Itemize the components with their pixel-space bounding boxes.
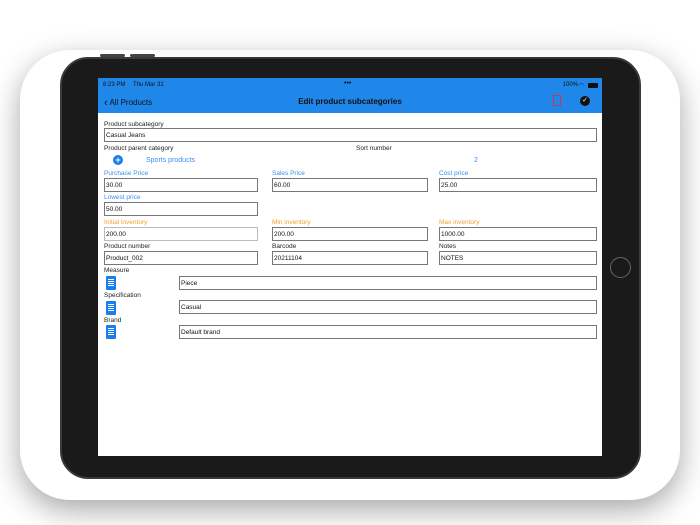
specification-input[interactable]: Casual — [179, 300, 597, 314]
subcategory-input[interactable]: Casual Jeans — [104, 128, 597, 142]
barcode-input[interactable]: 20211104 — [272, 251, 428, 265]
sort-number-value[interactable]: 2 — [474, 157, 478, 164]
notes-input[interactable]: NOTES — [439, 251, 597, 265]
sales-price-input[interactable]: 60.00 — [272, 178, 428, 192]
initial-inventory-label: Initial inventory — [104, 219, 148, 226]
notes-label: Notes — [439, 243, 456, 250]
status-bar: 6:23 PM Thu Mar 31 ••• ◠ 100% — [98, 78, 602, 90]
specification-label: Specification — [104, 292, 141, 299]
page-title: Edit product subcategories — [298, 97, 402, 106]
screen: 6:23 PM Thu Mar 31 ••• ◠ 100% ‹ All Prod… — [98, 78, 602, 456]
add-parent-category-icon[interactable]: + — [113, 155, 123, 165]
max-inventory-label: Max inventory — [439, 219, 480, 226]
sales-price-label: Sales Price — [272, 170, 305, 177]
lowest-price-input[interactable]: 50.00 — [104, 202, 258, 216]
measure-picker-icon[interactable] — [106, 276, 116, 290]
home-button[interactable] — [610, 257, 631, 278]
nav-bar: ‹ All Products Edit product subcategorie… — [98, 90, 602, 113]
purchase-price-input[interactable]: 30.00 — [104, 178, 258, 192]
wifi-icon: ◠ — [578, 83, 584, 89]
specification-picker-icon[interactable] — [106, 301, 116, 315]
product-number-label: Product number — [104, 243, 151, 250]
product-number-input[interactable]: Product_002 — [104, 251, 258, 265]
initial-inventory-input[interactable]: 200.00 — [104, 227, 258, 241]
brand-input[interactable]: Default brand — [179, 325, 597, 339]
brand-picker-icon[interactable] — [106, 325, 116, 339]
purchase-price-label: Purchase Price — [104, 170, 149, 177]
measure-input[interactable]: Piece — [179, 276, 597, 290]
cost-price-input[interactable]: 25.00 — [439, 178, 597, 192]
subcategory-label: Product subcategory — [104, 121, 164, 128]
cost-price-label: Cost price — [439, 170, 469, 177]
multitask-dots-icon[interactable]: ••• — [344, 80, 351, 87]
status-date: Thu Mar 31 — [133, 82, 164, 88]
checkmark-icon[interactable]: ✓ — [580, 96, 590, 106]
parent-category-value[interactable]: Sports products — [146, 157, 195, 164]
sort-number-label: Sort number — [356, 145, 392, 152]
min-inventory-input[interactable]: 200.00 — [272, 227, 428, 241]
trash-icon[interactable] — [553, 95, 561, 106]
brand-label: Brand — [104, 317, 122, 324]
barcode-label: Barcode — [272, 243, 297, 250]
lowest-price-label: Lowest price — [104, 194, 141, 201]
battery-icon — [588, 83, 598, 88]
battery-percent: 100% — [562, 82, 578, 88]
status-time: 6:23 PM — [103, 82, 126, 88]
min-inventory-label: Min inventory — [272, 219, 311, 226]
parent-category-label: Product parent category — [104, 145, 174, 152]
max-inventory-input[interactable]: 1000.00 — [439, 227, 597, 241]
measure-label: Measure — [104, 267, 130, 274]
